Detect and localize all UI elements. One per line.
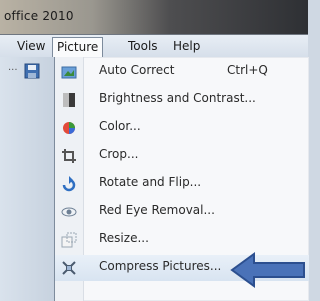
brightness-contrast-icon [63,93,75,107]
menu-item-label: Crop... [99,147,139,161]
menu-item-color[interactable]: Color... [55,115,309,141]
menu-item-resize[interactable]: Resize... [55,227,309,253]
menu-item-rotate-flip[interactable]: Rotate and Flip... [55,171,309,197]
toolbar: ··· [0,57,54,301]
window-titlebar: office 2010 [0,0,308,35]
menu-item-red-eye-removal[interactable]: Red Eye Removal... [55,199,309,225]
menu-help[interactable]: Help [169,37,204,55]
menu-view[interactable]: View [13,37,49,55]
rotate-flip-icon [62,176,76,192]
menu-item-label: Auto Correct [99,63,175,77]
menu-item-auto-correct[interactable]: Auto Correct Ctrl+Q [55,59,309,85]
resize-icon [61,232,77,248]
save-icon[interactable] [24,63,40,79]
window-title: office 2010 [4,9,74,23]
menu-item-brightness-contrast[interactable]: Brightness and Contrast... [55,87,309,113]
compress-icon [62,261,76,275]
menu-item-label: Resize... [99,231,149,245]
menu-item-label: Rotate and Flip... [99,175,202,189]
red-eye-icon [61,207,77,217]
toolbar-dots-icon[interactable]: ··· [8,65,22,77]
shortcut-label: Ctrl+Q [227,63,268,77]
crop-icon [62,149,76,163]
menu-picture[interactable]: Picture [52,37,104,57]
menu-item-crop[interactable]: Crop... [55,143,309,169]
menu-bar: View Picture Tools Help [0,35,308,58]
menu-tools[interactable]: Tools [124,37,162,55]
menu-item-label: Red Eye Removal... [99,203,215,217]
pointer-arrow-icon [230,252,305,288]
auto-correct-icon [61,66,77,79]
menu-item-label: Brightness and Contrast... [99,91,256,105]
menu-item-label: Compress Pictures... [99,259,222,273]
color-icon [63,122,75,134]
menu-item-label: Color... [99,119,141,133]
